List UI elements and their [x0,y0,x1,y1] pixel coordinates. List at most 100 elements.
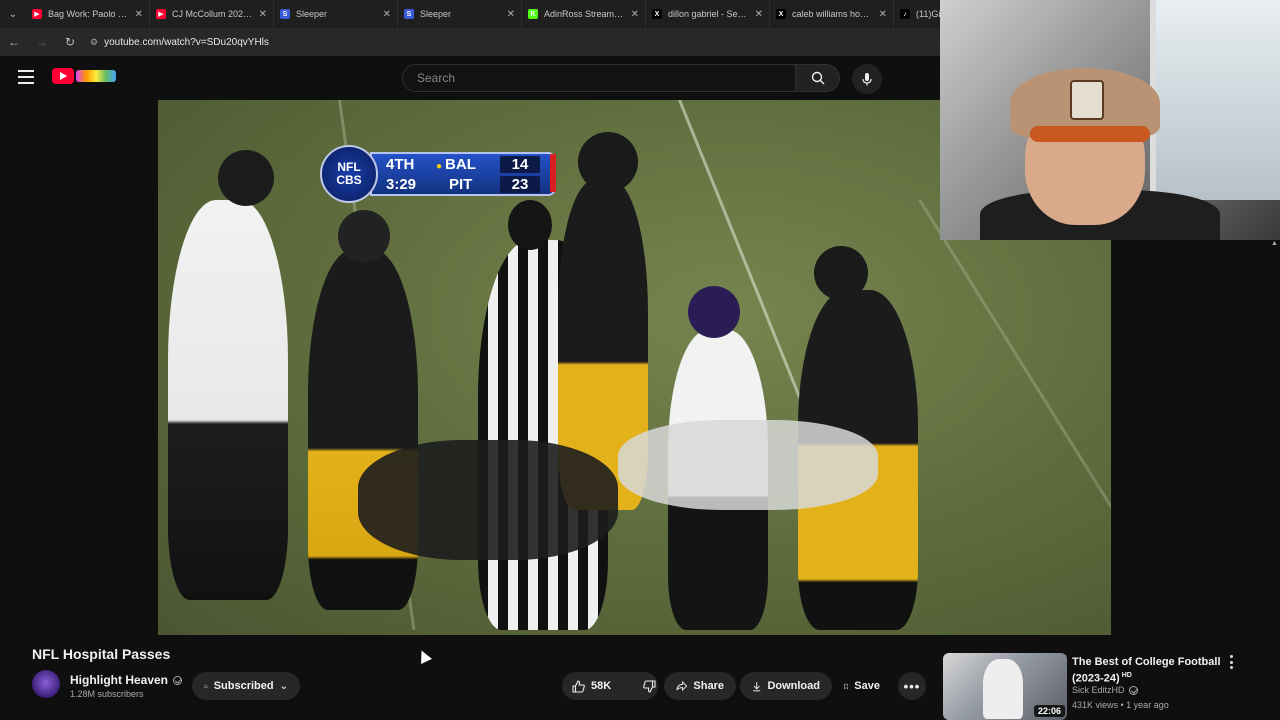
tab-favicon-icon: ▶ [156,9,166,19]
hd-badge: HD [1121,672,1132,679]
tab-close-icon[interactable]: ✕ [631,9,639,20]
thumbs-up-icon [572,679,585,693]
recommended-channel-row[interactable]: Sick EditzHD [1072,685,1138,695]
scorebug: NFL CBS 4TH ● BAL 14 3:29 PIT 23 [320,145,556,203]
voice-search-button[interactable] [852,64,882,94]
player-on-ground [358,440,618,560]
share-button[interactable]: Share [664,672,736,700]
download-label: Download [767,680,820,692]
search-input[interactable]: Search [402,64,796,92]
browser-tab[interactable]: ▶ Bag Work: Paolo Ban ✕ [26,0,150,28]
team-home: PIT [449,175,473,193]
recommended-video-title[interactable]: The Best of College Football (2023-24) HD [1072,655,1222,686]
tab-label: caleb williams hospit [792,9,873,19]
microphone-icon [862,73,872,86]
search-icon [811,71,824,85]
tab-close-icon[interactable]: ✕ [507,9,515,20]
helmet [578,132,638,192]
address-bar: ← → ↻ ⚙ youtube.com/watch?v=SDu20qvYHls [0,28,940,56]
scorebug-body: 4TH ● BAL 14 3:29 PIT 23 [370,152,556,196]
cap-patch-icon [1070,80,1104,120]
browser-tab[interactable]: ▶ CJ McCollum 2024-2 ✕ [150,0,274,28]
tab-close-icon[interactable]: ✕ [259,9,267,20]
tab-close-icon[interactable]: ✕ [383,9,391,20]
back-arrow-icon[interactable]: ← [6,35,22,49]
video-title: NFL Hospital Passes [32,646,171,662]
subscribed-label: Subscribed [213,680,274,692]
tab-favicon-icon: K [528,9,538,19]
team-away: BAL [445,155,476,173]
network-bottom: CBS [336,173,362,187]
helmet [338,210,390,262]
save-button[interactable]: Save [832,672,892,700]
pride-doodle-icon [76,70,116,82]
tab-favicon-icon: ▶ [32,9,42,19]
network-logo: NFL CBS [320,145,378,203]
url-field[interactable]: ⚙ youtube.com/watch?v=SDu20qvYHls [90,37,269,48]
tab-favicon-icon: S [280,9,290,19]
scroll-up-arrow-icon[interactable]: ▲ [1271,240,1278,247]
tab-close-icon[interactable]: ✕ [755,9,763,20]
ravens-player-60 [168,200,288,600]
tab-label: Sleeper [420,9,452,19]
reload-icon[interactable]: ↻ [62,35,78,49]
team-away-row: ● BAL [436,156,500,173]
tab-close-icon[interactable]: ✕ [135,9,143,20]
tab-list: ▶ Bag Work: Paolo Ban ✕ ▶ CJ McCollum 2024-2… [26,0,1018,28]
score-home: 23 [500,175,540,193]
verified-check-icon [173,675,183,685]
tab-label: CJ McCollum 2024-2 [172,9,253,19]
browser-tab[interactable]: S Sleeper ✕ [274,0,398,28]
browser-tab[interactable]: S Sleeper ✕ [398,0,522,28]
subscribed-button[interactable]: Subscribed ⌄ [192,672,300,700]
tab-search-chevron-icon[interactable]: ⌄ [0,0,26,28]
quarter: 4TH [386,155,415,173]
browser-tab[interactable]: K AdinRoss Stream - W ✕ [522,0,646,28]
recommended-video-title-text[interactable]: The Best of College Football (2023-24) [1072,656,1221,685]
search-button[interactable] [796,64,840,92]
search-placeholder: Search [417,71,456,85]
tab-label: AdinRoss Stream - W [544,9,625,19]
youtube-logo[interactable] [52,68,116,84]
recommended-video-duration: 22:06 [1034,705,1066,717]
download-button[interactable]: Download [740,672,832,700]
browser-tab[interactable]: Xdillon gabriel - Searc ✕ [646,0,770,28]
browser-tab[interactable]: Xcaleb williams hospit ✕ [770,0,894,28]
helmet [218,150,274,206]
site-info-icon[interactable]: ⚙ [90,37,98,48]
tab-favicon-icon: X [776,9,786,19]
like-button[interactable]: 58K [562,672,621,700]
menu-icon[interactable] [18,70,34,84]
forward-arrow-icon[interactable]: → [34,35,50,49]
url-text[interactable]: youtube.com/watch?v=SDu20qvYHls [104,37,269,48]
thumbnail-figure [983,659,1023,719]
clock: 3:29 [386,175,417,193]
more-actions-button[interactable]: ••• [898,672,926,700]
verified-check-icon [1128,685,1138,695]
like-count: 58K [591,680,612,692]
mouse-cursor-icon [416,648,432,664]
tab-label: Sleeper [296,9,328,19]
save-label: Save [854,680,880,692]
channel-name-row[interactable]: Highlight Heaven [70,673,183,687]
referee-cap [508,200,552,250]
scorebug-accent [550,154,556,192]
recommended-more-icon[interactable] [1226,655,1236,669]
tab-close-icon[interactable]: ✕ [879,9,887,20]
recommended-channel-name[interactable]: Sick EditzHD [1072,685,1125,695]
score-away: 14 [500,155,540,173]
tab-label: dillon gabriel - Searc [668,9,749,19]
channel-name[interactable]: Highlight Heaven [70,673,168,687]
helmet [688,286,740,338]
tab-label: Bag Work: Paolo Ban [48,9,129,19]
subscriber-count: 1.28M subscribers [70,689,144,699]
share-label: Share [693,680,724,692]
tab-favicon-icon: S [404,9,414,19]
helmet [814,246,868,300]
steelers-player-56 [308,250,418,610]
dislike-button[interactable] [633,672,666,700]
like-dislike-group: 58K [562,672,658,700]
channel-avatar[interactable] [32,670,60,698]
thumbs-down-icon [643,679,656,693]
youtube-play-icon [52,68,74,84]
